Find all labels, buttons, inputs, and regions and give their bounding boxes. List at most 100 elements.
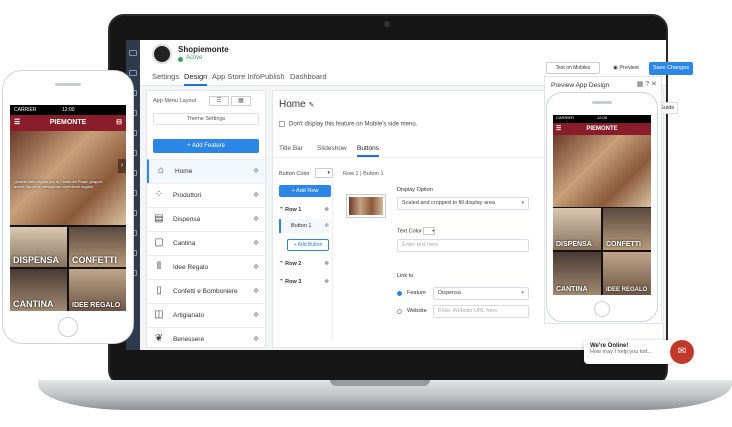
feature-radio[interactable] xyxy=(397,291,402,296)
gift-icon: ▯ xyxy=(156,285,162,296)
feature-label: Idee Regalo xyxy=(173,264,209,271)
text-color-picker[interactable]: ▾ xyxy=(423,227,436,235)
feature-select-value: Dispensa xyxy=(438,290,461,296)
feature-label: Dispensa xyxy=(173,216,201,223)
banner-image[interactable] xyxy=(553,135,651,207)
app-name: Shopiemonte xyxy=(178,45,229,54)
website-url-placeholder: Enter Website URL here xyxy=(438,308,498,314)
save-changes-button[interactable]: Save Changes xyxy=(649,62,693,75)
drag-handle-icon[interactable]: ✥ xyxy=(253,208,259,231)
display-option-value: Scaled and cropped to fill display area xyxy=(402,200,495,206)
chevron-up-icon[interactable]: ⌃ xyxy=(279,261,284,267)
wine-icon: ▢ xyxy=(154,237,164,248)
drag-handle-icon[interactable]: ✥ xyxy=(253,160,259,183)
qr-icon[interactable]: ▦ xyxy=(637,81,644,88)
question-icon[interactable]: ? xyxy=(645,81,649,88)
dots-icon: ⁘ xyxy=(154,189,164,200)
tab-dashboard[interactable]: Dashboard xyxy=(290,72,327,81)
feature-item-dispensa[interactable]: ▤ Dispensa ✥ xyxy=(147,207,265,231)
feature-item-idee-regalo[interactable]: ⫴ Idee Regalo ✥ xyxy=(147,255,265,279)
row-item[interactable]: ⌃ Row 1 ✥ xyxy=(279,203,331,217)
button-color-picker[interactable]: ▾ xyxy=(315,168,333,178)
tile-cantina[interactable]: CANTINA xyxy=(10,269,67,311)
tile-idee-regalo[interactable]: IDEE REGALO xyxy=(69,269,126,311)
front-phone-screen: CARRIER 12:00 ☰ PIEMONTE ⊟ Quante idee rega… xyxy=(10,105,126,311)
feature-item-benessere[interactable]: ❦ Benessere ✥ xyxy=(147,327,265,350)
button-color-label: Button Color xyxy=(279,171,310,177)
laptop-notch xyxy=(330,380,430,386)
chevron-down-icon: ▾ xyxy=(521,290,524,296)
display-option-select[interactable]: Scaled and cropped to fill display area ▾ xyxy=(397,197,529,210)
chevron-down-icon: ▾ xyxy=(521,200,524,206)
tab-app-store-info[interactable]: App Store Info xyxy=(212,72,260,81)
hamburger-icon[interactable]: ☰ xyxy=(14,115,20,131)
camera-icon xyxy=(384,21,390,27)
feature-item-cantina[interactable]: ▢ Cantina ✥ xyxy=(147,231,265,255)
app-status: Active xyxy=(186,55,203,61)
add-button-button[interactable]: + Add Button xyxy=(287,239,329,251)
drag-handle-icon[interactable]: ✥ xyxy=(253,256,259,279)
button-item[interactable]: Button 1 ✥ xyxy=(279,219,331,233)
edit-icon[interactable]: ✎ xyxy=(308,102,314,109)
test-on-mobiles-button[interactable]: Test on Mobiles xyxy=(546,62,600,74)
drag-handle-icon[interactable]: ✥ xyxy=(324,275,329,289)
feature-radio-label: Feature xyxy=(407,290,426,296)
tab-settings[interactable]: Settings xyxy=(152,72,179,81)
tab-design[interactable]: Design xyxy=(184,72,208,86)
drag-handle-icon[interactable]: ✥ xyxy=(253,280,259,303)
website-url-input[interactable]: Enter Website URL here xyxy=(433,305,529,318)
tab-slideshow[interactable]: Slideshow xyxy=(317,145,347,152)
drag-handle-icon[interactable]: ✥ xyxy=(324,257,329,271)
tile-cantina[interactable]: CANTINA xyxy=(553,252,601,295)
tile-dispensa[interactable]: DISPENSA xyxy=(553,208,601,250)
preview-phone: CARRIER 12:00 ☰ PIEMONTE DISPENSA CONFETTI… xyxy=(546,92,658,322)
drag-handle-icon[interactable]: ✥ xyxy=(324,219,329,233)
tab-publish[interactable]: Publish xyxy=(260,72,285,81)
feature-item-home[interactable]: ⌂ Home ✥ xyxy=(147,159,265,183)
chat-bubble[interactable]: We're Online! How may I help you tod... xyxy=(584,340,672,364)
chevron-up-icon[interactable]: ⌃ xyxy=(279,279,284,285)
chat-icon[interactable]: ✉ xyxy=(670,340,694,364)
chevron-right-icon[interactable]: › xyxy=(118,159,126,173)
cart-icon[interactable]: ⊟ xyxy=(116,115,122,131)
preview-button[interactable]: ◉ Preview xyxy=(604,62,648,74)
drag-handle-icon[interactable]: ✥ xyxy=(324,203,329,217)
checkbox[interactable] xyxy=(279,121,285,127)
row-item[interactable]: ⌃ Row 2 ✥ xyxy=(279,257,331,271)
hamburger-icon[interactable]: ☰ xyxy=(556,123,561,135)
layout-list-toggle[interactable]: ☰ xyxy=(209,96,229,106)
chevron-down-icon[interactable]: ⌃ xyxy=(279,207,284,213)
tile-confetti[interactable]: CONFETTI xyxy=(603,208,651,250)
layout-grid-toggle[interactable]: ▦ xyxy=(231,96,251,106)
tile-confetti[interactable]: CONFETTI xyxy=(69,227,126,267)
website-radio[interactable] xyxy=(397,309,402,314)
feature-item-produttori[interactable]: ⁘ Produttori ✥ xyxy=(147,183,265,207)
feature-item-artigianato[interactable]: ◫ Artigianato ✥ xyxy=(147,303,265,327)
hide-feature-checkbox-row[interactable]: Don't display this feature on Mobile's s… xyxy=(279,121,417,128)
add-row-button[interactable]: + Add Row xyxy=(279,185,331,197)
close-icon[interactable]: ✕ xyxy=(651,81,657,88)
row-item[interactable]: ⌃ Row 3 ✥ xyxy=(279,275,331,289)
theme-settings-button[interactable]: Theme Settings xyxy=(153,113,259,125)
banner-image[interactable]: Quante idee regalo per la Festa del Papà… xyxy=(10,131,126,225)
drag-handle-icon[interactable]: ✥ xyxy=(253,184,259,207)
drag-handle-icon[interactable]: ✥ xyxy=(253,232,259,255)
app-bar: ☰ PIEMONTE ⊟ xyxy=(10,115,126,131)
tab-title-bar[interactable]: Title Bar xyxy=(279,145,303,152)
drag-handle-icon[interactable]: ✥ xyxy=(253,304,259,327)
add-feature-button[interactable]: + Add Feature xyxy=(153,139,259,153)
button-image-thumbnail[interactable] xyxy=(346,194,386,218)
speaker xyxy=(55,83,81,86)
tile-idee-regalo[interactable]: IDEE REGALO xyxy=(603,252,651,295)
feature-panel: App Menu Layout ☰ ▦ Theme Settings + Add… xyxy=(146,90,266,348)
text-input[interactable]: Enter text here xyxy=(397,239,529,252)
feature-label: Benessere xyxy=(173,336,205,343)
expand-icon[interactable] xyxy=(129,50,137,56)
tab-buttons[interactable]: Buttons xyxy=(357,145,380,157)
feature-item-confetti[interactable]: ▯ Confetti e Bomboniere ✥ xyxy=(147,279,265,303)
drag-handle-icon[interactable]: ✥ xyxy=(253,328,259,350)
feature-select[interactable]: Dispensa ▾ xyxy=(433,287,529,300)
row-label: Row 3 xyxy=(285,279,302,285)
menu-icon[interactable] xyxy=(129,70,137,76)
tile-dispensa[interactable]: DISPENSA xyxy=(10,227,67,267)
